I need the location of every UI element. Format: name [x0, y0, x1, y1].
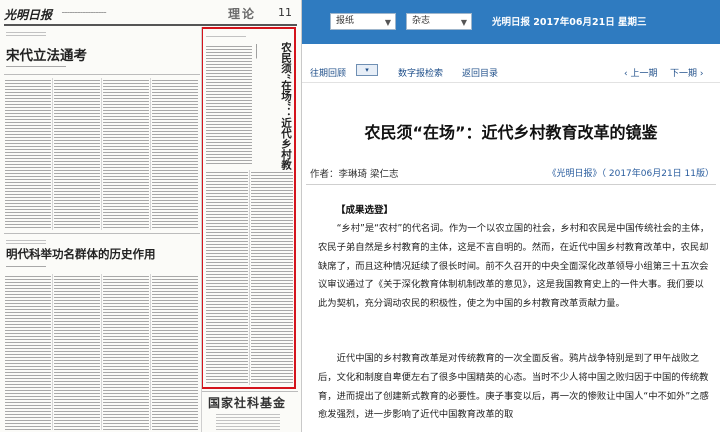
column-rule: [201, 27, 202, 432]
paper-select-value: 报纸: [336, 16, 355, 26]
article-viewer: 报纸 ▼ 杂志 ▼ 光明日报 2017年06月21日 星期三 往期回顾 ▾ 数字…: [302, 0, 720, 432]
chevron-down-icon: ▼: [460, 18, 467, 27]
column-rule: [150, 78, 151, 230]
digital-search-link[interactable]: 数字报检索: [398, 66, 443, 79]
text-column: [54, 274, 100, 430]
text-column: [103, 274, 149, 430]
section-tag: 【成果选登】: [336, 205, 394, 216]
text-column: [152, 78, 198, 230]
article-title: 农民须“在场”：近代乡村教育改革的镜鉴: [364, 123, 658, 142]
column-rule: [101, 78, 102, 230]
divider: [202, 391, 298, 392]
article-kicker: [6, 238, 46, 244]
page-number: 11: [278, 6, 292, 19]
column-rule: [101, 274, 102, 430]
highlighted-article-box[interactable]: [201, 27, 296, 389]
text-column: [5, 274, 51, 430]
paper-date-line: 光明日报 2017年06月21日 星期三: [492, 17, 647, 28]
newspaper-masthead: 光明日报: [4, 8, 53, 22]
article-headline-2[interactable]: 明代科举功名群体的历史作用: [6, 246, 156, 262]
next-issue-link[interactable]: 下一期 ›: [670, 66, 703, 79]
chevron-down-icon: ▼: [384, 18, 391, 27]
previous-issue-link[interactable]: ‹ 上一期: [624, 66, 657, 79]
column-rule: [150, 274, 151, 430]
calendar-dropdown-icon: ▾: [365, 66, 369, 74]
text-column: [103, 78, 149, 230]
text-column: [152, 274, 198, 430]
article-headline-1[interactable]: 宋代立法通考: [6, 44, 87, 64]
article-kicker: [6, 30, 46, 38]
article-paragraph: 近代中国的乡村教育改革是对传统教育的一次全面反省。鸦片战争特别是到了甲午战败之后…: [318, 353, 709, 421]
masthead-date-strip: ━━━━━━━━━━━━━━━━━: [62, 10, 107, 15]
column-rule: [52, 274, 53, 430]
newspaper-page-thumbnail[interactable]: 光明日报 ━━━━━━━━━━━━━━━━━ 理论 11 宋代立法通考 明代科举…: [0, 0, 302, 432]
text-column: [54, 78, 100, 230]
advertisement-banner: 国家社科基金: [208, 396, 287, 410]
divider: [4, 74, 200, 75]
column-rule: [52, 78, 53, 230]
issue-picker-button[interactable]: ▾: [356, 64, 378, 76]
back-to-contents-link[interactable]: 返回目录: [462, 66, 498, 79]
article-source[interactable]: 《光明日报》（ 2017年06月21日 11版）: [548, 166, 714, 179]
advertisement-text: [216, 412, 280, 430]
article-authors: 作者：李琳琦 梁仁志: [310, 169, 399, 180]
divider: [306, 184, 716, 185]
text-column: [5, 78, 51, 230]
back-issues-link[interactable]: 往期回顾: [310, 66, 346, 79]
article-byline: [6, 264, 46, 268]
article-paragraph: “乡村”是“农村”的代名词。作为一个以农立国的社会，乡村和农民是中国传统社会的主…: [318, 223, 710, 310]
divider: [4, 233, 200, 234]
divider: [302, 82, 720, 83]
article-byline: [6, 64, 66, 68]
masthead-rule: [4, 24, 297, 26]
type-select[interactable]: 杂志 ▼: [406, 13, 472, 30]
type-select-value: 杂志: [412, 16, 431, 26]
page-section-name: 理论: [228, 7, 257, 21]
paper-select[interactable]: 报纸 ▼: [330, 13, 396, 30]
